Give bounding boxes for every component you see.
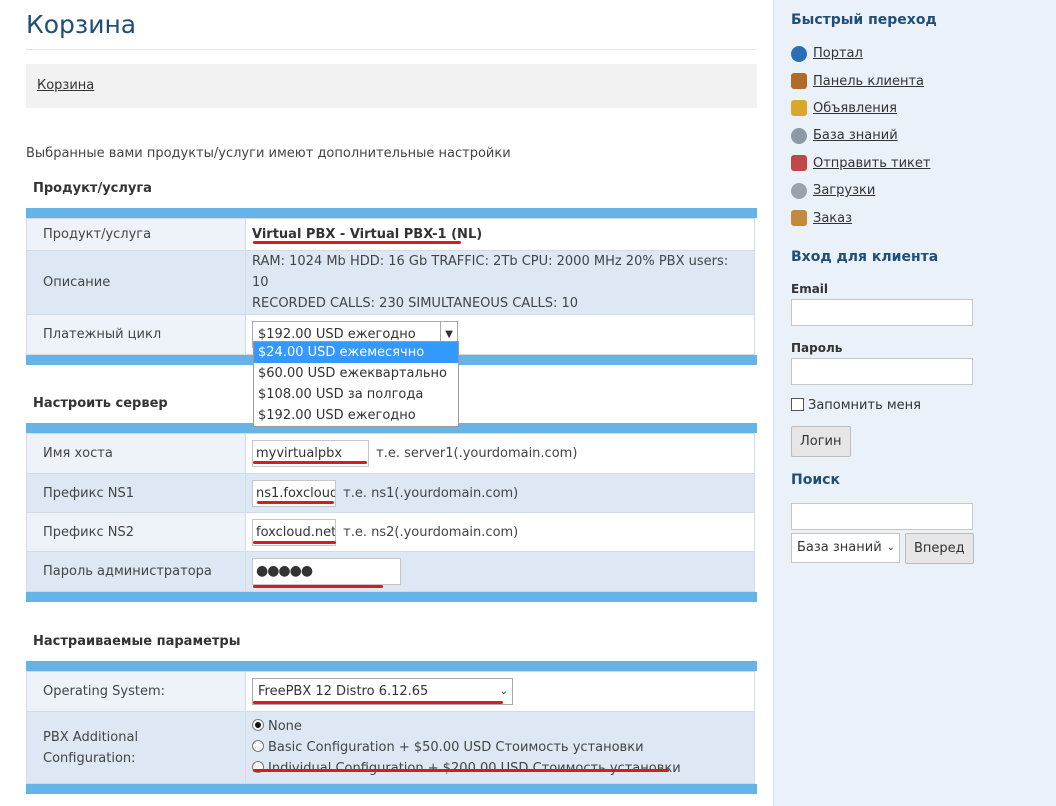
chevron-down-icon: ⌄ [886, 542, 895, 554]
section-band [26, 208, 757, 218]
description-label: Описание [26, 250, 246, 315]
ns1-cell: ns1.foxcloud т.е. ns1(.yourdomain.com) [245, 473, 755, 513]
quick-link-label[interactable]: Заказ [813, 211, 852, 226]
annotation-underline [253, 769, 669, 772]
quick-link-order[interactable]: Заказ [791, 204, 1056, 231]
pbx-config-label-line: Configuration: [43, 750, 136, 766]
quick-nav-title: Быстрый переход [791, 12, 937, 28]
quick-link-downloads[interactable]: Загрузки [791, 177, 1056, 204]
search-title: Поиск [791, 471, 840, 488]
remember-checkbox[interactable] [791, 397, 804, 411]
billing-cycle-label: Платежный цикл [26, 314, 246, 355]
product-table: Продукт/услуга Virtual PBX - Virtual PBX… [26, 218, 755, 355]
radio-selected-icon[interactable] [252, 719, 264, 731]
config-section-title: Настраиваемые параметры [33, 634, 241, 649]
annotation-underline [257, 501, 334, 504]
quick-link-portal[interactable]: Портал [791, 40, 1056, 67]
os-cell: FreePBX 12 Distro 6.12.65 ⌄ [245, 671, 755, 712]
product-section: Продукт/услуга Продукт/услуга Virtual PB… [26, 181, 757, 365]
annotation-underline [253, 585, 383, 588]
config-table: Operating System: FreePBX 12 Distro 6.12… [26, 671, 755, 784]
login-title: Вход для клиента [791, 248, 939, 265]
product-label: Продукт/услуга [26, 218, 246, 251]
admin-password-input[interactable]: ●●●●● [252, 558, 401, 585]
hostname-cell: myvirtualpbx т.е. server1(.yourdomain.co… [245, 433, 755, 474]
os-selected: FreePBX 12 Distro 6.12.65 [258, 684, 429, 699]
remember-me[interactable]: Запомнить меня [791, 397, 1056, 413]
quick-link-label[interactable]: Загрузки [813, 183, 875, 198]
pbx-option-basic[interactable]: Basic Configuration + $50.00 USD Стоимос… [252, 737, 744, 758]
quick-link-label[interactable]: Портал [813, 46, 863, 61]
quick-link-label[interactable]: Панель клиента [813, 74, 924, 89]
ns2-hint: т.е. ns2(.yourdomain.com) [343, 524, 519, 540]
search-scope-selected: База знаний [797, 540, 882, 556]
billing-option[interactable]: $60.00 USD ежеквартально [254, 363, 458, 384]
pbx-option-none[interactable]: None [252, 716, 744, 737]
section-band [26, 592, 757, 602]
hostname-hint: т.е. server1(.yourdomain.com) [376, 446, 578, 461]
ns1-label: Префикс NS1 [26, 473, 246, 513]
annotation-underline [253, 241, 461, 244]
description-value: RAM: 1024 Mb HDD: 16 Gb TRAFFIC: 2Tb CPU… [245, 250, 755, 315]
announcement-icon [791, 100, 807, 117]
password-label: Пароль [791, 340, 843, 355]
billing-option[interactable]: $24.00 USD ежемесячно [254, 342, 458, 363]
password-field[interactable] [791, 357, 973, 385]
page-title: Корзина [26, 0, 757, 50]
product-value: Virtual PBX - Virtual PBX-1 (NL) [245, 218, 755, 251]
billing-option[interactable]: $192.00 USD ежегодно [254, 405, 458, 426]
annotation-underline [253, 461, 367, 464]
search-scope-select[interactable]: База знаний ⌄ [791, 533, 900, 564]
sidebar: Быстрый переход Портал Панель клиента Об… [773, 0, 1056, 806]
breadcrumb: Корзина [26, 64, 757, 108]
quick-nav-list: Портал Панель клиента Объявления База зн… [791, 40, 1056, 232]
magnifier-icon [791, 127, 807, 144]
billing-cycle-dropdown: $24.00 USD ежемесячно $60.00 USD ежеквар… [253, 341, 459, 427]
os-label: Operating System: [26, 671, 246, 712]
annotation-underline [253, 701, 503, 704]
ns1-hint: т.е. ns1(.yourdomain.com) [343, 485, 519, 501]
billing-option[interactable]: $108.00 USD за полгода [254, 384, 458, 405]
quick-link-client-area[interactable]: Панель клиента [791, 67, 1056, 94]
email-label: Email [791, 281, 829, 296]
section-band [26, 661, 757, 671]
remember-label: Запомнить меня [808, 397, 922, 413]
configure-note: Выбранные вами продукты/услуги имеют доп… [26, 146, 511, 161]
pbx-option-label: None [268, 719, 302, 734]
quick-link-submit-ticket[interactable]: Отправить тикет [791, 150, 1056, 177]
quick-link-label[interactable]: Отправить тикет [813, 156, 930, 171]
product-section-title: Продукт/услуга [33, 181, 152, 196]
pbx-config-label-line: PBX Additional [43, 729, 139, 745]
quick-link-label[interactable]: База знаний [813, 128, 898, 143]
description-line: RECORDED CALLS: 230 SIMULTANEOUS CALLS: … [252, 296, 579, 311]
home-icon [791, 73, 807, 90]
disc-icon [791, 182, 807, 199]
annotation-underline [253, 541, 336, 544]
ns2-label: Префикс NS2 [26, 512, 246, 552]
search-input[interactable] [791, 502, 973, 530]
billing-cycle-selected: $192.00 USD ежегодно [258, 327, 416, 342]
pbx-config-label: PBX Additional Configuration: [26, 711, 246, 784]
server-table: Имя хоста myvirtualpbx т.е. server1(.you… [26, 433, 755, 592]
quick-link-announcements[interactable]: Объявления [791, 95, 1056, 122]
breadcrumb-link-cart[interactable]: Корзина [37, 78, 94, 93]
quick-link-knowledgebase[interactable]: База знаний [791, 122, 1056, 149]
search-go-button[interactable]: Вперед [905, 532, 974, 564]
email-field[interactable] [791, 298, 973, 326]
description-line: RAM: 1024 Mb HDD: 16 Gb TRAFFIC: 2Tb CPU… [252, 254, 729, 290]
pbx-option-label: Basic Configuration + $50.00 USD Стоимос… [268, 740, 644, 755]
pbx-config-options: None Basic Configuration + $50.00 USD Ст… [245, 711, 755, 784]
box-icon [791, 210, 807, 227]
admin-password-label: Пароль администратора [26, 551, 246, 592]
radio-icon[interactable] [252, 740, 264, 752]
login-button[interactable]: Логин [791, 425, 851, 457]
hostname-label: Имя хоста [26, 433, 246, 474]
section-band [26, 784, 757, 794]
globe-icon [791, 45, 807, 62]
ns2-cell: foxcloud.net т.е. ns2(.yourdomain.com) [245, 512, 755, 552]
ticket-icon [791, 155, 807, 172]
quick-link-label[interactable]: Объявления [813, 101, 897, 116]
